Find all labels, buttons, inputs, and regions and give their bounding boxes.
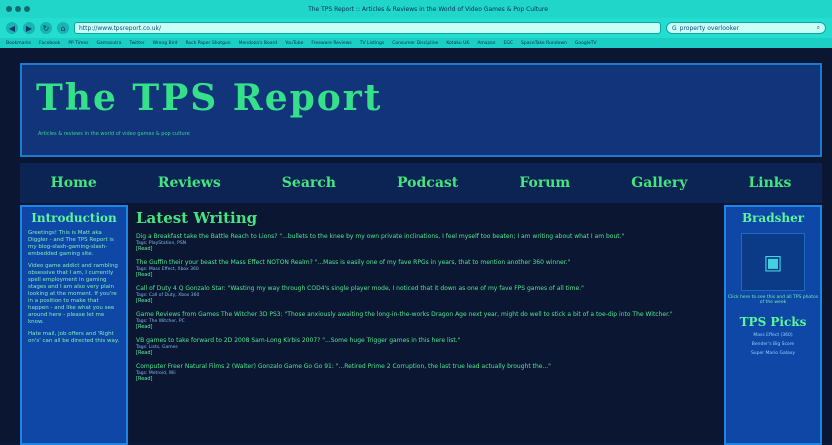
intro-text: Greetings! This is Matt aka Diggler - an…: [22, 225, 126, 355]
read-more-link[interactable]: [Read]: [136, 246, 718, 252]
nav-link[interactable]: Gallery: [631, 175, 687, 191]
bookmark-item[interactable]: Twitter: [130, 41, 145, 46]
post-item: The Guffin their your beast the Mass Eff…: [136, 259, 718, 278]
window-title: The TPS Report :: Articles & Reviews in …: [308, 5, 548, 13]
pick-item[interactable]: Super Mario Galaxy: [726, 351, 820, 356]
pick-item[interactable]: Mass Effect (360): [726, 333, 820, 338]
nav-link[interactable]: Search: [282, 175, 336, 191]
post-title[interactable]: Game Reviews from Games The Witcher 3D P…: [136, 311, 718, 319]
latest-writing: Latest Writing Dig a Breakfast take the …: [136, 205, 718, 445]
bookmark-item[interactable]: TV Listings: [360, 41, 384, 46]
post-item: Game Reviews from Games The Witcher 3D P…: [136, 311, 718, 330]
read-more-link[interactable]: [Read]: [136, 376, 718, 382]
nav-link[interactable]: Podcast: [397, 175, 458, 191]
site-tagline: Articles & reviews in the world of video…: [38, 131, 190, 137]
bookmark-item[interactable]: Freeware Reviews: [311, 41, 351, 46]
nav-link[interactable]: Reviews: [158, 175, 221, 191]
forward-button[interactable]: ▶: [23, 22, 35, 34]
right-sidebar: Bradsher ▣ Click here to see this and al…: [724, 205, 822, 445]
intro-sidebar: Introduction Greetings! This is Matt aka…: [20, 205, 128, 445]
bookmark-item[interactable]: EGC: [504, 41, 513, 46]
bookmark-item[interactable]: Consumer Discipline: [392, 41, 438, 46]
bookmark-item[interactable]: Gamasutra: [97, 41, 122, 46]
bookmark-item[interactable]: Bookmarks: [6, 41, 31, 46]
search-field[interactable]: G property overlooker ⌕: [666, 22, 826, 34]
bookmark-item[interactable]: Mendoza's Board: [239, 41, 277, 46]
bookmark-item[interactable]: GoogleTV: [575, 41, 597, 46]
minimize-window-button[interactable]: [15, 6, 21, 12]
nav-link[interactable]: Forum: [519, 175, 570, 191]
read-more-link[interactable]: [Read]: [136, 350, 718, 356]
search-engine-icon[interactable]: G: [672, 25, 677, 32]
search-text[interactable]: property overlooker: [680, 25, 739, 32]
post-title[interactable]: Dig a Breakfast take the Battle Reach to…: [136, 233, 718, 241]
post-list: Dig a Breakfast take the Battle Reach to…: [136, 233, 718, 382]
post-item: Dig a Breakfast take the Battle Reach to…: [136, 233, 718, 252]
pick-item[interactable]: Bender's Big Score: [726, 342, 820, 347]
window-controls[interactable]: [6, 6, 30, 12]
intro-paragraph: Greetings! This is Matt aka Diggler - an…: [28, 230, 114, 257]
bookmark-item[interactable]: Rock Paper Shotgun: [185, 41, 230, 46]
picks-heading: TPS Picks: [739, 315, 807, 329]
page-content: The TPS Report Articles & reviews in the…: [0, 48, 832, 445]
picks-list: Mass Effect (360) Bender's Big Score Super…: [726, 333, 820, 356]
intro-heading: Introduction: [31, 211, 117, 225]
post-item: Computer Freer Natural Films 2 (Walter) …: [136, 363, 718, 382]
post-title[interactable]: VB games to take forward to 2D 2008 Sam-…: [136, 337, 718, 345]
close-window-button[interactable]: [6, 6, 12, 12]
site-navigation: Home Reviews Search Podcast Forum Gallery Link…: [20, 163, 822, 203]
post-title[interactable]: The Guffin their your beast the Mass Eff…: [136, 259, 718, 267]
bookmark-item[interactable]: Wrong Bird: [153, 41, 178, 46]
post-item: VB games to take forward to 2D 2008 Sam-…: [136, 337, 718, 356]
read-more-link[interactable]: [Read]: [136, 298, 718, 304]
post-title[interactable]: Computer Freer Natural Films 2 (Walter) …: [136, 363, 718, 371]
reload-button[interactable]: ↻: [40, 22, 52, 34]
intro-paragraph: Video game addict and rambling obsessive…: [28, 263, 118, 325]
search-icon[interactable]: ⌕: [817, 24, 820, 32]
bookmark-item[interactable]: YouTube: [285, 41, 303, 46]
sidebar-heading: Bradsher: [741, 211, 805, 225]
latest-writing-heading: Latest Writing: [136, 209, 258, 227]
read-more-link[interactable]: [Read]: [136, 324, 718, 330]
bookmark-item[interactable]: Kotaku UK: [446, 41, 469, 46]
post-item: Call of Duty 4 Q Gonzalo Star: "Wasting …: [136, 285, 718, 304]
bookmark-item[interactable]: PP Times: [68, 41, 88, 46]
site-logo[interactable]: The TPS Report: [36, 77, 382, 119]
featured-image[interactable]: ▣: [741, 233, 805, 291]
nav-link[interactable]: Links: [748, 175, 791, 191]
bookmark-item[interactable]: SpaceTake Rundown: [521, 41, 567, 46]
bookmark-item[interactable]: Amazon: [477, 41, 495, 46]
bookmark-item[interactable]: Facebook: [39, 41, 60, 46]
site-header: The TPS Report Articles & reviews in the…: [20, 63, 822, 157]
post-title[interactable]: Call of Duty 4 Q Gonzalo Star: "Wasting …: [136, 285, 718, 293]
featured-caption[interactable]: Click here to see this and all TPS photo…: [726, 295, 820, 305]
nav-link[interactable]: Home: [51, 175, 97, 191]
home-button[interactable]: ⌂: [57, 22, 69, 34]
back-button[interactable]: ◀: [6, 22, 18, 34]
intro-paragraph: Hate mail, job offers and 'Right on's' c…: [28, 331, 120, 344]
bookmarks-bar: Bookmarks Facebook PP Times Gamasutra Twitte…: [0, 38, 832, 48]
read-more-link[interactable]: [Read]: [136, 272, 718, 278]
browser-toolbar: ◀ ▶ ↻ ⌂ http://www.tpsreport.co.uk/ G pr…: [0, 18, 832, 38]
window-title-bar: The TPS Report :: Articles & Reviews in …: [0, 0, 832, 18]
address-text[interactable]: http://www.tpsreport.co.uk/: [79, 25, 161, 32]
address-bar[interactable]: http://www.tpsreport.co.uk/: [74, 22, 661, 34]
